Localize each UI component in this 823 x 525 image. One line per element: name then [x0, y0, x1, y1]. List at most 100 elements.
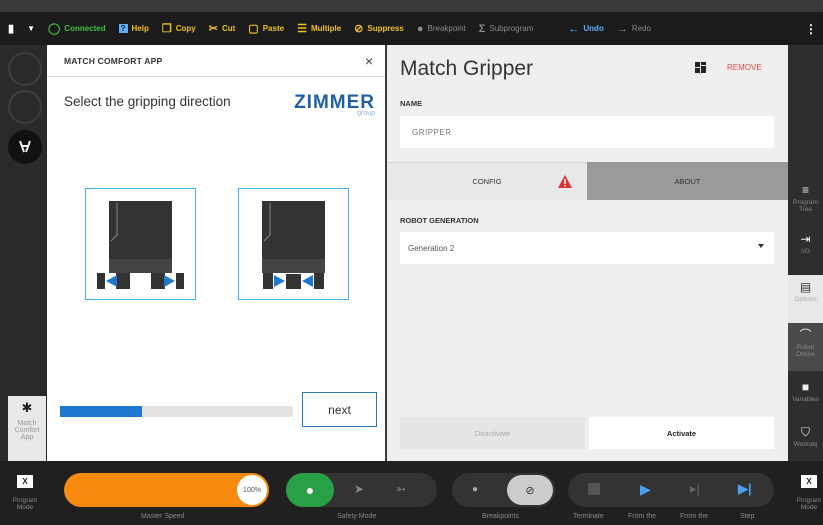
zimmer-logo: ZIMMER group: [294, 92, 375, 117]
connection-status[interactable]: ◯ Connected: [48, 22, 106, 35]
step-icon[interactable]: ▶|: [738, 481, 752, 497]
cut-button[interactable]: ✂ Cut: [209, 22, 236, 35]
speed-value: 100%: [243, 486, 261, 494]
gripper-app-icon: [13, 135, 37, 159]
rail-label: Options: [794, 296, 817, 304]
program-tree-icon: ≡: [801, 183, 809, 197]
app-panel-header: MATCH COMFORT APP: [47, 45, 385, 77]
suppress-icon: ⊘: [354, 23, 364, 35]
wifi-icon: ▼: [27, 24, 35, 33]
play-icon[interactable]: ▶: [640, 481, 651, 498]
tab-config-label: CONFIG: [472, 177, 502, 186]
rail-app-label-3: App: [20, 434, 34, 441]
connected-label: Connected: [64, 24, 106, 33]
breakpoints-selector: ● ⊘: [452, 473, 555, 507]
program-mode-right-label-2: Mode: [800, 504, 818, 511]
redo-label: Redo: [631, 24, 651, 33]
program-mode-label-1: Program: [12, 497, 38, 504]
master-speed-slider[interactable]: 100%: [64, 473, 269, 507]
copy-icon: ❐: [161, 23, 172, 35]
close-box-icon: X: [17, 475, 33, 488]
terminate-label: Terminate: [573, 513, 604, 520]
program-mode-left[interactable]: X Program Mode: [0, 461, 50, 525]
breakpoint-icon: ●: [416, 22, 424, 35]
left-rail: ✱ Match Comfort App: [0, 45, 47, 461]
more-menu-icon[interactable]: ⋮: [805, 22, 817, 36]
rail-item-robot-online[interactable]: ⌒ Robot Online: [788, 323, 823, 371]
gripping-direction-inward[interactable]: [238, 188, 349, 300]
multiple-button[interactable]: ☰ Multiple: [297, 22, 341, 35]
rail-slot-1[interactable]: [8, 52, 42, 86]
gripping-direction-outward[interactable]: [85, 188, 196, 300]
breakpoint-button[interactable]: ● Breakpoint: [417, 23, 466, 35]
fast-icon[interactable]: ➳: [396, 482, 406, 496]
help-label: Help: [131, 24, 149, 33]
rail-item-program-tree[interactable]: ≡ Program Tree: [788, 178, 823, 226]
rail-label: Tree: [798, 206, 813, 214]
breakpoint-dot-icon[interactable]: ●: [472, 484, 478, 495]
robot-generation-select[interactable]: Generation 2: [400, 232, 774, 264]
suppress-label: Suppress: [367, 24, 404, 33]
turtle-icon: ●: [305, 482, 315, 498]
close-button[interactable]: ×: [365, 53, 373, 69]
grid-view-icon[interactable]: [695, 62, 706, 73]
remove-button[interactable]: REMOVE: [727, 63, 762, 72]
paste-label: Paste: [262, 24, 285, 33]
rail-slot-2[interactable]: [8, 90, 42, 124]
safety-mode-selector: ● ➤ ➳: [286, 473, 437, 507]
suppress-button[interactable]: ⊘ Suppress: [354, 22, 404, 35]
connected-icon: ◯: [47, 23, 61, 35]
gripper-inward-icon: [262, 201, 325, 289]
breakpoints-label: Breakpoints: [482, 513, 519, 520]
rail-label: Program: [793, 199, 818, 207]
rail-label: Online: [796, 351, 815, 359]
paste-button[interactable]: ▢ Paste: [248, 22, 284, 35]
rail-item-io[interactable]: ⇥ I/O: [788, 227, 823, 275]
robot-arm-icon: ⌒: [799, 328, 812, 342]
speed-knob[interactable]: 100%: [237, 475, 267, 505]
deactivate-button[interactable]: Deactivate: [400, 417, 585, 449]
rail-label: Workobj: [793, 441, 818, 449]
subprogram-label: Subprogram: [489, 24, 534, 33]
breakpoint-off-icon: ⊘: [525, 484, 535, 497]
copy-label: Copy: [175, 24, 196, 33]
name-label: NAME: [400, 99, 423, 108]
breakpoint-label: Breakpoint: [427, 24, 466, 33]
subprogram-button[interactable]: Σ Subprogram: [479, 23, 534, 35]
multiple-select-icon: ☰: [297, 23, 307, 35]
play-from-icon[interactable]: ▸|: [690, 481, 700, 497]
program-mode-right[interactable]: X Program Mode: [795, 461, 823, 525]
puzzle-icon: ✱: [21, 400, 33, 415]
chevron-down-icon: [758, 244, 764, 248]
rail-label: Robot: [796, 344, 815, 352]
safety-mode-label: Safety Mode: [337, 513, 377, 520]
rail-app-label-1: Match: [17, 420, 37, 427]
rail-item-options[interactable]: ▤ Options: [788, 275, 823, 323]
redo-button[interactable]: → Redo: [617, 23, 651, 35]
copy-button[interactable]: ❐ Copy: [162, 22, 196, 35]
rail-slot-app[interactable]: [8, 130, 42, 164]
scissors-icon: ✂: [208, 23, 218, 35]
undo-button[interactable]: ← Undo: [568, 23, 603, 35]
rail-item-variables[interactable]: ■ Variables: [788, 375, 823, 423]
stop-icon[interactable]: [588, 483, 600, 495]
arrow-left-icon: ←: [568, 22, 580, 35]
help-button[interactable]: ? Help: [118, 24, 149, 33]
activate-button[interactable]: Activate: [589, 417, 774, 449]
gripping-direction-prompt: Select the gripping direction: [64, 94, 231, 109]
close-box-icon: X: [801, 475, 817, 488]
gripper-tabs: CONFIG ABOUT: [387, 162, 788, 200]
step-label: Step: [740, 513, 755, 520]
top-toolbar: ▮ ▼ ◯ Connected ? Help ❐ Copy ✂ Cut ▢ Pa…: [0, 12, 823, 45]
rabbit-icon[interactable]: ➤: [354, 482, 364, 496]
breakpoint-toggle-button[interactable]: ⊘: [507, 475, 553, 505]
robot-generation-value: Generation 2: [408, 243, 455, 253]
next-button[interactable]: next: [302, 392, 377, 427]
safety-turtle-button[interactable]: ●: [286, 473, 334, 507]
warning-icon: [558, 175, 572, 188]
name-input[interactable]: [400, 116, 774, 148]
tab-config[interactable]: CONFIG: [387, 162, 587, 200]
page-title: Match Gripper: [400, 57, 534, 80]
tab-about[interactable]: ABOUT: [587, 162, 788, 200]
rail-item-match-comfort-app[interactable]: ✱ Match Comfort App: [8, 396, 46, 461]
